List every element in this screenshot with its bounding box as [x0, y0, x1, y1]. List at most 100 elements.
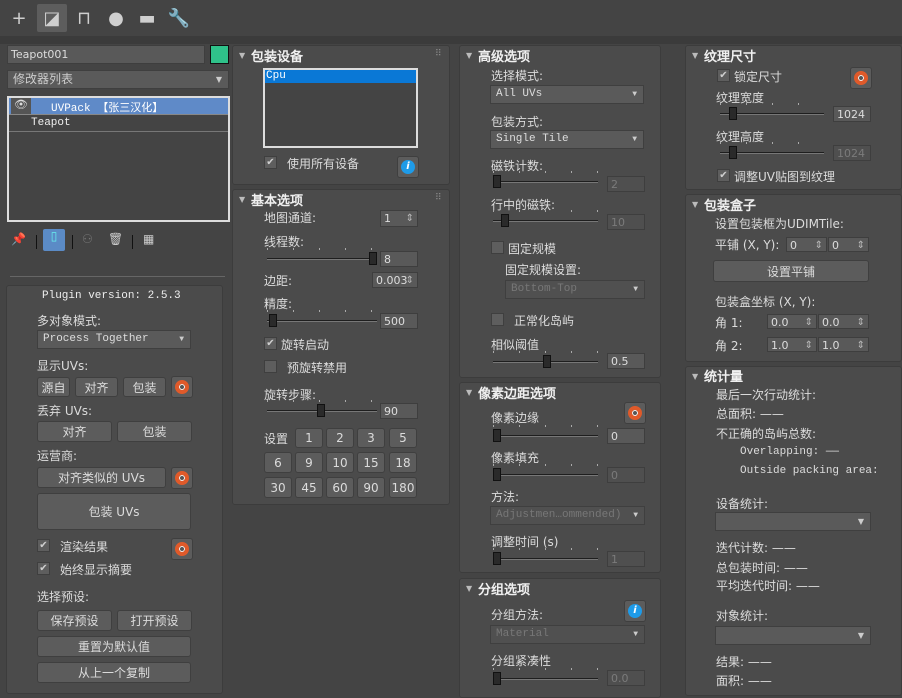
texture-height-slider[interactable]: [720, 142, 824, 160]
configure-modifier-sets-icon[interactable]: ▦: [143, 232, 154, 246]
pack-uvs-button[interactable]: 包装 UVs: [37, 493, 191, 530]
stack-item-teapot[interactable]: Teapot: [9, 115, 228, 132]
margin-spinner[interactable]: 0.003: [372, 272, 418, 288]
rotation-preset-button[interactable]: 1: [295, 428, 323, 448]
method-dropdown[interactable]: Adjustmen…ommended): [490, 506, 645, 525]
adjust-time-field[interactable]: 1: [607, 551, 645, 567]
set-tile-button[interactable]: 设置平铺: [713, 260, 869, 282]
rollout-title[interactable]: 包装设备: [251, 46, 303, 65]
rotation-preset-button[interactable]: 6: [264, 452, 292, 473]
eye-icon[interactable]: 👁: [11, 98, 31, 114]
collapse-triangle-icon[interactable]: ▼: [692, 200, 698, 209]
device-listbox[interactable]: Cpu: [263, 68, 418, 148]
copy-previous-button[interactable]: 从上一个复制: [37, 662, 191, 683]
help-lifebuoy-icon[interactable]: [850, 67, 872, 89]
pack-mode-dropdown[interactable]: Single Tile: [490, 130, 644, 149]
always-summary-checkbox[interactable]: ✔: [37, 562, 50, 575]
drag-grip-icon[interactable]: ⠿: [435, 49, 442, 59]
help-lifebuoy-icon[interactable]: [171, 538, 193, 560]
rollout-title[interactable]: 包装盒子: [704, 195, 756, 214]
remove-modifier-trash-icon[interactable]: 🗑: [108, 232, 123, 246]
rollout-title[interactable]: 高级选项: [478, 46, 530, 65]
corner2-x-spinner[interactable]: 1.0: [767, 337, 817, 353]
object-stats-dropdown[interactable]: [715, 626, 871, 645]
rotation-preset-button[interactable]: 3: [357, 428, 385, 448]
render-result-checkbox[interactable]: ✔: [37, 539, 50, 552]
rotation-preset-button[interactable]: 18: [389, 452, 417, 473]
help-lifebuoy-icon[interactable]: [171, 467, 193, 489]
fit-uv-checkbox[interactable]: ✔: [717, 169, 730, 182]
show-end-result-icon[interactable]: ▯: [43, 229, 65, 251]
rotation-step-field[interactable]: 90: [380, 403, 418, 419]
rollout-title[interactable]: 基本选项: [251, 190, 303, 209]
rollout-title[interactable]: 分组选项: [478, 579, 530, 598]
pixel-fill-field[interactable]: 0: [607, 467, 645, 483]
object-name-input[interactable]: Teapot001: [7, 45, 205, 64]
rotation-preset-button[interactable]: 30: [264, 477, 292, 498]
rotation-preset-button[interactable]: 15: [357, 452, 385, 473]
tiles-in-row-slider[interactable]: [493, 210, 598, 228]
normalize-islands-checkbox[interactable]: [491, 313, 504, 326]
corner1-y-spinner[interactable]: 0.0: [818, 314, 869, 330]
collapse-triangle-icon[interactable]: ▼: [239, 195, 245, 204]
discard-pack-button[interactable]: 包装: [117, 421, 192, 442]
make-unique-icon[interactable]: ⚇: [82, 232, 93, 246]
create-tab-plus-icon[interactable]: +: [4, 4, 34, 32]
drag-grip-icon[interactable]: ⠿: [435, 193, 442, 203]
collapse-triangle-icon[interactable]: ▼: [466, 388, 472, 397]
device-item[interactable]: Cpu: [265, 70, 416, 83]
rollout-title[interactable]: 像素边距选项: [478, 383, 556, 402]
grouping-compact-field[interactable]: 0.0: [607, 670, 645, 686]
rotation-enable-checkbox[interactable]: ✔: [264, 337, 277, 350]
prerotate-disable-checkbox[interactable]: [264, 360, 277, 373]
collapse-triangle-icon[interactable]: ▼: [692, 51, 698, 60]
modifier-list-dropdown[interactable]: 修改器列表: [7, 70, 229, 89]
rotation-preset-button[interactable]: 5: [389, 428, 417, 448]
grouping-compact-slider[interactable]: [493, 668, 598, 686]
object-color-swatch[interactable]: [210, 45, 229, 64]
rotation-preset-button[interactable]: 9: [295, 452, 323, 473]
adjust-time-slider[interactable]: [493, 548, 598, 566]
show-source-button[interactable]: 源自: [37, 377, 70, 397]
reset-default-button[interactable]: 重置为默认值: [37, 636, 191, 657]
help-lifebuoy-icon[interactable]: [171, 376, 193, 398]
tile-count-slider[interactable]: [493, 171, 598, 189]
stack-item-uvpack[interactable]: 👁 UVPack 【张三汉化】: [9, 98, 228, 115]
tile-count-field[interactable]: 2: [607, 176, 645, 192]
rotation-preset-button[interactable]: 10: [326, 452, 354, 473]
info-icon[interactable]: i: [624, 600, 646, 622]
tile-x-spinner[interactable]: 0: [786, 237, 827, 253]
rotation-preset-button[interactable]: 45: [295, 477, 323, 498]
similarity-slider[interactable]: [493, 351, 598, 369]
collapse-triangle-icon[interactable]: ▼: [692, 372, 698, 381]
display-tab-monitor-icon[interactable]: ▬: [132, 4, 162, 32]
info-icon[interactable]: i: [397, 156, 419, 178]
rotation-preset-button[interactable]: 60: [326, 477, 354, 498]
precision-field[interactable]: 500: [380, 313, 418, 329]
map-channel-spinner[interactable]: 1: [380, 210, 418, 227]
corner2-y-spinner[interactable]: 1.0: [818, 337, 869, 353]
use-all-devices-checkbox[interactable]: ✔: [264, 156, 277, 169]
tile-y-spinner[interactable]: 0: [828, 237, 869, 253]
discard-align-button[interactable]: 对齐: [37, 421, 112, 442]
motion-tab-icon[interactable]: ●: [101, 4, 131, 32]
similarity-field[interactable]: 0.5: [607, 353, 645, 369]
lock-size-checkbox[interactable]: ✔: [717, 69, 730, 82]
corner1-x-spinner[interactable]: 0.0: [767, 314, 817, 330]
rollout-title[interactable]: 纹理尺寸: [704, 46, 756, 65]
collapse-triangle-icon[interactable]: ▼: [239, 51, 245, 60]
modify-tab-icon[interactable]: ◪: [37, 4, 67, 32]
collapse-triangle-icon[interactable]: ▼: [466, 584, 472, 593]
texture-width-slider[interactable]: [720, 103, 824, 121]
rotation-preset-button[interactable]: 2: [326, 428, 354, 448]
rollout-title[interactable]: 统计量: [704, 366, 743, 385]
tiles-in-row-field[interactable]: 10: [607, 214, 645, 230]
save-preset-button[interactable]: 保存预设: [37, 610, 112, 631]
rotation-preset-button[interactable]: 180: [389, 477, 417, 498]
grouping-method-dropdown[interactable]: Material: [490, 625, 645, 644]
multi-mode-dropdown[interactable]: Process Together: [37, 330, 191, 349]
show-align-button[interactable]: 对齐: [75, 377, 118, 397]
help-lifebuoy-icon[interactable]: [624, 402, 646, 424]
utilities-tab-wrench-icon[interactable]: 🔧: [164, 4, 194, 32]
show-pack-button[interactable]: 包装: [123, 377, 166, 397]
